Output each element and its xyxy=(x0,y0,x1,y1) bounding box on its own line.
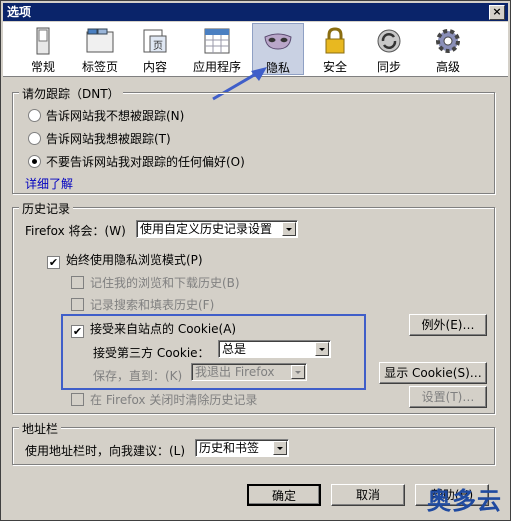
checkbox-disabled[interactable] xyxy=(71,393,84,406)
accept-cookies-checkbox[interactable]: ✔ 接受来自站点的 Cookie(A) xyxy=(71,320,236,338)
chevron-down-icon xyxy=(315,342,329,356)
history-title: 历史记录 xyxy=(19,200,74,217)
show-cookies-button[interactable]: 显示 Cookie(S)… xyxy=(379,362,487,384)
tab-tabs[interactable]: 标签页 xyxy=(77,23,123,75)
window-title: 选项 xyxy=(7,5,32,19)
mask-icon xyxy=(263,27,293,57)
title-bar: 选项 × xyxy=(3,3,508,21)
clear-on-close-label: 在 Firefox 关闭时清除历史记录 xyxy=(90,393,258,407)
location-suggest-label: 使用地址栏时，向我建议：(L) xyxy=(25,444,186,458)
radio-button-selected[interactable] xyxy=(28,155,41,168)
chevron-down-icon xyxy=(273,441,287,455)
settings-button[interactable]: 设置(T)… xyxy=(409,386,487,408)
options-window: 选项 × 常规 标签页 页 内容 应用程序 隐私 安全 同步 高级 请勿跟踪（D… xyxy=(0,0,511,521)
location-suggest-select[interactable]: 历史和书签 xyxy=(195,439,289,457)
keep-until-value: 我退出 Firefox xyxy=(195,365,275,379)
watermark: 奥多云 xyxy=(427,487,502,515)
remember-search-label: 记录搜索和填表历史(F) xyxy=(90,298,215,312)
radio-button[interactable] xyxy=(28,109,41,122)
radio-button[interactable] xyxy=(28,132,41,145)
history-mode-value: 使用自定义历史记录设置 xyxy=(140,222,273,236)
third-party-label: 接受第三方 Cookie： xyxy=(93,346,210,360)
svg-text:页: 页 xyxy=(153,40,163,52)
ok-button[interactable]: 确定 xyxy=(247,484,321,506)
remember-browsing-label: 记住我的浏览和下载历史(B) xyxy=(90,276,240,290)
tab-security[interactable]: 安全 xyxy=(315,23,355,75)
history-mode-select[interactable]: 使用自定义历史记录设置 xyxy=(136,220,298,238)
exceptions-button[interactable]: 例外(E)… xyxy=(409,314,487,336)
dnt-option-no-preference[interactable]: 不要告诉网站我对跟踪的任何偏好(O) xyxy=(28,153,245,170)
chevron-down-icon xyxy=(291,365,305,379)
tabs-icon xyxy=(85,26,115,56)
close-button[interactable]: × xyxy=(489,5,505,20)
tab-tabs-label: 标签页 xyxy=(81,60,118,74)
tab-sync-label: 同步 xyxy=(376,60,401,74)
checkbox-checked[interactable]: ✔ xyxy=(47,256,60,269)
clear-on-close-checkbox[interactable]: 在 Firefox 关闭时清除历史记录 xyxy=(71,391,257,408)
calendar-icon xyxy=(202,26,232,56)
tab-sync[interactable]: 同步 xyxy=(369,23,409,75)
tab-general-label: 常规 xyxy=(30,60,55,74)
remember-search-checkbox[interactable]: 记录搜索和填表历史(F) xyxy=(71,296,214,313)
location-title: 地址栏 xyxy=(19,420,62,437)
checkbox-disabled[interactable] xyxy=(71,276,84,289)
checkbox-disabled[interactable] xyxy=(71,298,84,311)
tab-general[interactable]: 常规 xyxy=(23,23,63,75)
dnt-option-no-preference-label: 不要告诉网站我对跟踪的任何偏好(O) xyxy=(46,155,245,169)
gear-icon xyxy=(433,26,463,56)
location-suggest-value: 历史和书签 xyxy=(199,441,260,455)
switch-icon xyxy=(28,26,58,56)
cancel-button[interactable]: 取消 xyxy=(331,484,405,506)
private-browsing-label: 始终使用隐私浏览模式(P) xyxy=(66,253,203,267)
tab-content[interactable]: 页 内容 xyxy=(135,23,175,75)
dnt-option-not-tracked[interactable]: 告诉网站我不想被跟踪(N) xyxy=(28,107,184,124)
tab-advanced-label: 高级 xyxy=(435,60,460,74)
history-mode-label: Firefox 将会：(W) xyxy=(25,224,126,238)
sync-icon xyxy=(374,26,404,56)
tab-content-label: 内容 xyxy=(142,60,167,74)
checkbox-checked[interactable]: ✔ xyxy=(71,325,84,338)
private-browsing-checkbox[interactable]: ✔ 始终使用隐私浏览模式(P) xyxy=(47,251,203,269)
tab-security-label: 安全 xyxy=(322,60,347,74)
keep-until-label: 保存，直到：(K) xyxy=(93,369,183,383)
dnt-option-not-tracked-label: 告诉网站我不想被跟踪(N) xyxy=(46,109,185,123)
remember-browsing-checkbox[interactable]: 记住我的浏览和下载历史(B) xyxy=(71,274,240,291)
dnt-option-tracked-label: 告诉网站我想被跟踪(T) xyxy=(46,132,171,146)
chevron-down-icon xyxy=(282,222,296,236)
keep-until-select[interactable]: 我退出 Firefox xyxy=(191,363,307,381)
tab-advanced[interactable]: 高级 xyxy=(427,23,469,75)
learn-more-link[interactable]: 详细了解 xyxy=(25,175,73,192)
third-party-value: 总是 xyxy=(222,342,247,356)
third-party-select[interactable]: 总是 xyxy=(218,340,331,358)
document-icon: 页 xyxy=(140,26,170,56)
accept-cookies-label: 接受来自站点的 Cookie(A) xyxy=(90,322,237,336)
dnt-title: 请勿跟踪（DNT） xyxy=(19,85,123,102)
lock-icon xyxy=(320,26,350,56)
dnt-option-tracked[interactable]: 告诉网站我想被跟踪(T) xyxy=(28,130,171,147)
